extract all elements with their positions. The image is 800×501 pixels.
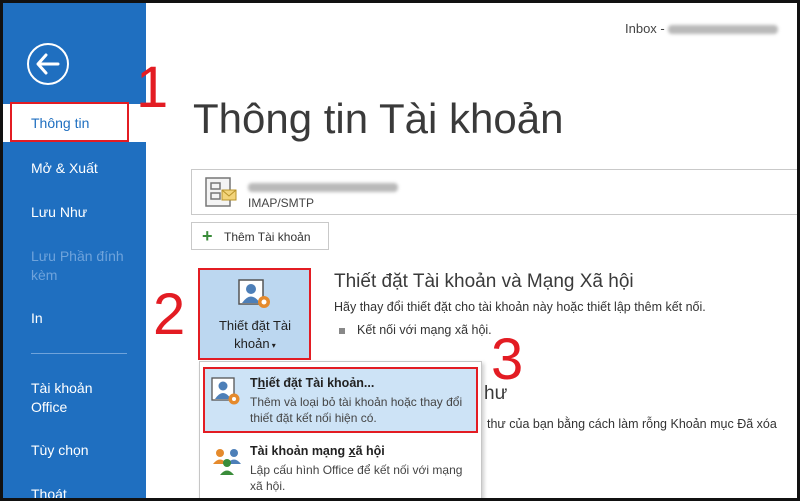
sidebar-item-options[interactable]: Tùy chọn — [3, 441, 146, 460]
backstage-sidebar: Thông tin Mở & Xuất Lưu Như Lưu Phần đín… — [3, 3, 146, 501]
redacted-account-email — [248, 179, 398, 197]
title-part: ã hội — [355, 444, 385, 458]
add-account-button[interactable]: + Thêm Tài khoản — [191, 222, 329, 250]
annotation-box-3 — [203, 367, 478, 433]
annotation-number-2: 2 — [153, 282, 186, 347]
section-description: Hãy thay đổi thiết đặt cho tài khoản này… — [334, 300, 706, 314]
sidebar-item-label: Tùy chọn — [31, 442, 89, 458]
mail-account-icon — [204, 176, 238, 215]
sidebar-item-label: Mở & Xuất — [31, 160, 98, 176]
sidebar-item-save-as[interactable]: Lưu Như — [3, 203, 146, 222]
sidebar-item-label: Tài khoản Office — [31, 380, 93, 415]
sidebar-item-label: In — [31, 310, 43, 326]
menu-item-description: Lập cấu hình Office để kết nối với mạng … — [250, 463, 463, 493]
social-network-icon — [210, 444, 244, 481]
annotation-number-1: 1 — [136, 55, 169, 120]
inbox-label: Inbox - — [625, 21, 665, 36]
title-accelerator: x — [348, 444, 356, 458]
add-account-label: Thêm Tài khoản — [224, 230, 311, 244]
account-selector[interactable]: IMAP/SMTP — [191, 169, 797, 215]
sidebar-divider — [31, 353, 127, 354]
inbox-header: Inbox - — [625, 21, 779, 36]
sidebar-item-save-attachments: Lưu Phần đính kèm — [3, 247, 128, 285]
sidebar-item-print[interactable]: In — [3, 309, 146, 328]
bullet-square-icon — [339, 327, 345, 334]
sidebar-item-label: Lưu Như — [31, 204, 88, 220]
sidebar-item-label: Thoát — [31, 486, 67, 501]
back-arrow-icon[interactable] — [27, 43, 69, 85]
outlook-backstage-window: Thông tin Mở & Xuất Lưu Như Lưu Phần đín… — [0, 0, 800, 501]
cleanup-section-description: thư của bạn bằng cách làm rỗng Khoản mục… — [487, 417, 777, 431]
redacted-email — [668, 25, 779, 35]
plus-icon: + — [202, 226, 213, 246]
annotation-box-1 — [10, 102, 129, 142]
social-connect-bullet[interactable]: Kết nối với mạng xã hội. — [339, 323, 492, 337]
annotation-box-2 — [198, 268, 311, 360]
title-part: Tài khoản mạng — [250, 444, 349, 458]
menu-item-title: Tài khoản mạng xã hội — [250, 444, 385, 458]
sidebar-item-exit[interactable]: Thoát — [3, 485, 146, 501]
sidebar-item-open-export[interactable]: Mở & Xuất — [3, 159, 146, 178]
section-title: Thiết đặt Tài khoản và Mạng Xã hội — [334, 271, 634, 292]
bullet-label: Kết nối với mạng xã hội. — [357, 323, 492, 337]
account-type: IMAP/SMTP — [248, 196, 315, 210]
sidebar-item-label: Lưu Phần đính kèm — [31, 248, 124, 283]
menu-item-social-accounts[interactable]: Tài khoản mạng xã hội Lập cấu hình Offic… — [204, 436, 477, 498]
page-title: Thông tin Tài khoản — [193, 95, 564, 142]
sidebar-item-office-account[interactable]: Tài khoản Office — [3, 379, 113, 417]
annotation-number-3: 3 — [491, 327, 524, 392]
